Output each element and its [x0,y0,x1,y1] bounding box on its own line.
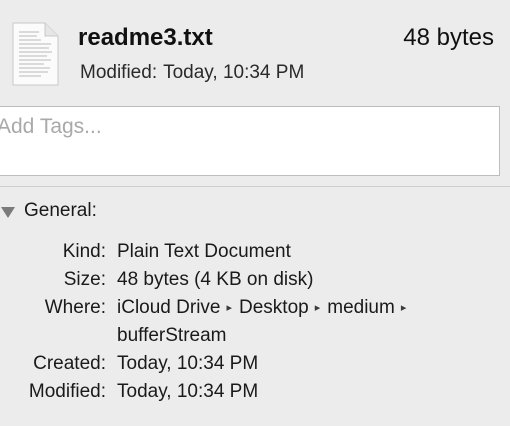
path-arrow-icon: ▸ [400,302,407,314]
kind-row: Kind: Plain Text Document [0,238,510,266]
size-row: Size: 48 bytes (4 KB on disk) [0,266,510,294]
modified-value: Today, 10:34 PM [117,381,259,402]
file-name: readme3.txt [78,24,213,51]
modified-row: Modified: Today, 10:34 PM [0,378,510,406]
path-arrow-icon: ▸ [314,302,321,314]
header-modified-value: Today, 10:34 PM [163,62,305,83]
created-label: Created: [33,353,106,374]
header-modified: Modified: Today, 10:34 PM [80,62,304,84]
modified-label: Modified: [28,381,106,402]
size-value: 48 bytes (4 KB on disk) [117,269,314,290]
where-row: Where: iCloud Drive ▸ Desktop ▸ medium ▸ buff… [0,294,510,350]
general-section-toggle[interactable]: General: [0,199,97,223]
kind-value: Plain Text Document [117,241,291,262]
general-section-title: General: [24,200,97,221]
path-item-desktop: Desktop [239,297,309,318]
path-item-icloud-drive: iCloud Drive [117,297,221,318]
general-info: Kind: Plain Text Document Size: 48 bytes… [0,238,510,406]
size-label: Size: [63,269,106,290]
file-header: readme3.txt 48 bytes Modified: Today, 10:… [0,0,510,100]
created-value: Today, 10:34 PM [117,353,259,374]
tags-input[interactable] [0,115,487,139]
file-size: 48 bytes [403,24,494,51]
text-document-icon[interactable] [11,22,59,86]
created-row: Created: Today, 10:34 PM [0,350,510,378]
where-label: Where: [44,297,106,318]
tags-field[interactable] [0,106,500,176]
path-item-bufferstream: bufferStream [117,325,227,346]
disclosure-triangle-icon[interactable] [1,206,15,218]
path-arrow-icon: ▸ [226,302,233,314]
header-modified-label: Modified: [80,62,158,83]
kind-label: Kind: [62,241,106,262]
path-item-medium: medium [327,297,395,318]
where-path: iCloud Drive ▸ Desktop ▸ medium ▸ bufferStrea… [117,294,497,350]
section-divider [0,186,510,187]
